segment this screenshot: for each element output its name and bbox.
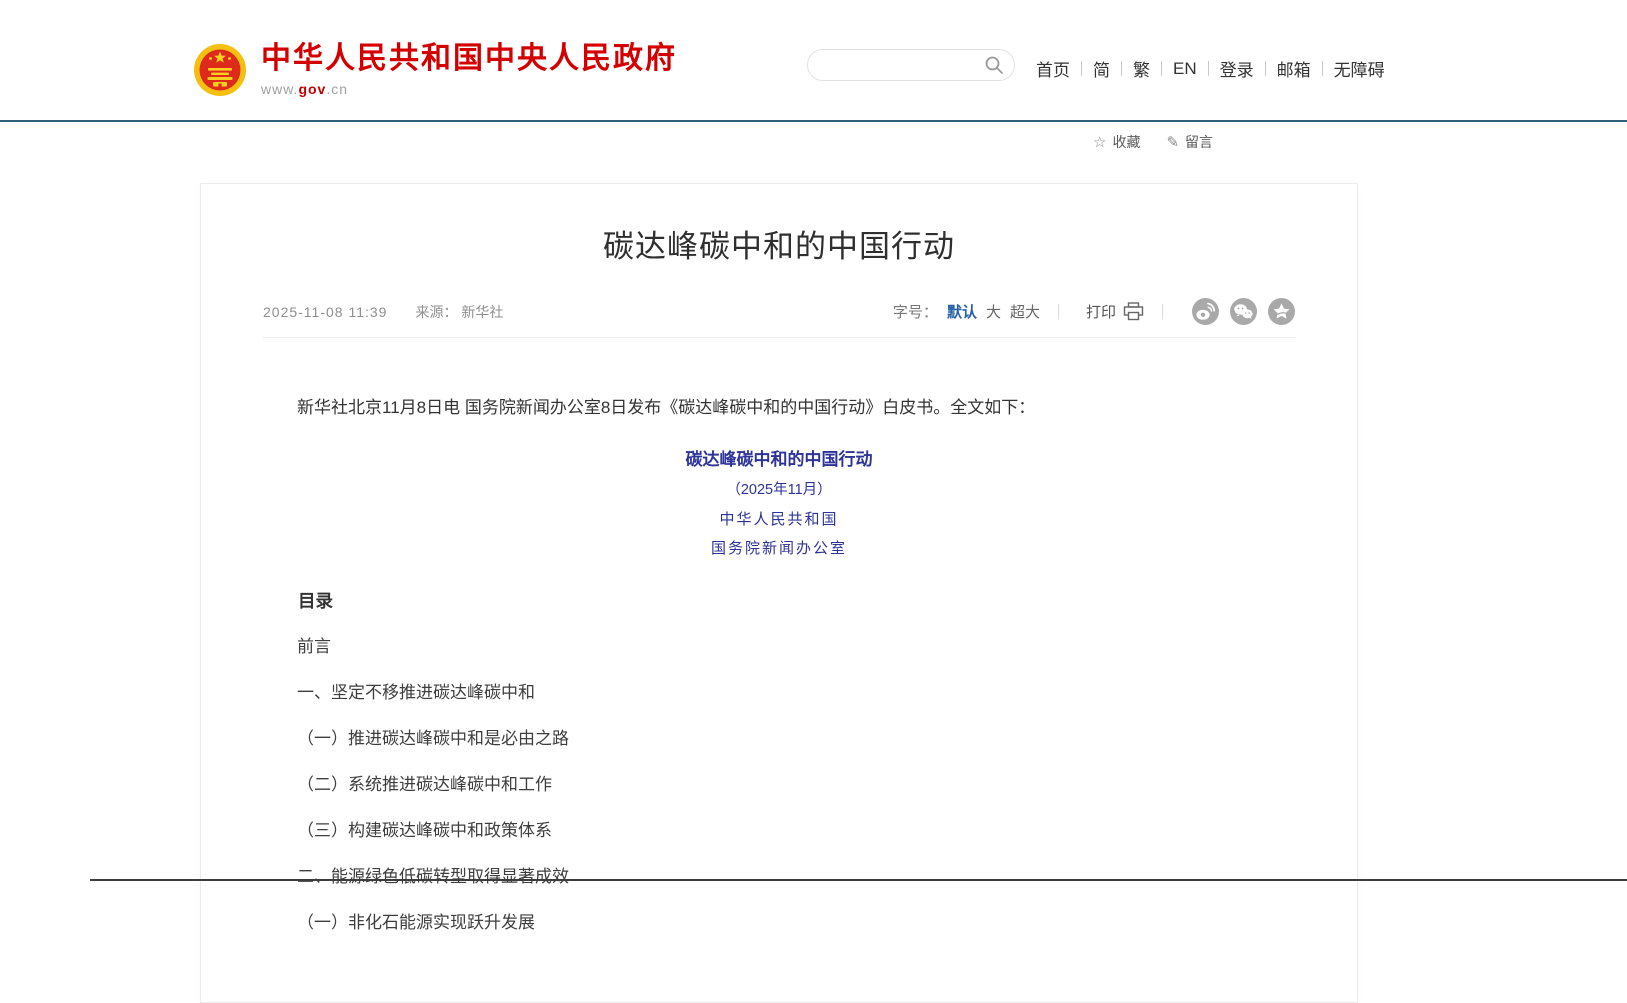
message-button[interactable]: ✎ 留言 xyxy=(1166,132,1213,152)
url-cn: .cn xyxy=(326,81,348,97)
toc-item: 一、坚定不移推进碳达峰碳中和 xyxy=(297,681,1295,705)
nav-mail[interactable]: 邮箱 xyxy=(1277,56,1311,81)
top-nav: 首页简繁 EN 登录邮箱无障碍 xyxy=(1036,56,1385,81)
font-size-default[interactable]: 默认 xyxy=(947,301,977,322)
star-outline-icon: ☆ xyxy=(1093,135,1106,150)
meta-left: 2025-11-08 11:39 来源： 新华社 xyxy=(263,302,503,322)
toc-item: （三）构建碳达峰碳中和政策体系 xyxy=(297,819,1295,843)
meta-right: 字号： 默认 大 超大 打印 xyxy=(893,298,1295,325)
nav-english[interactable]: EN xyxy=(1173,59,1197,79)
nav-traditional[interactable]: 繁 xyxy=(1133,56,1150,81)
toc-item: （二）系统推进碳达峰碳中和工作 xyxy=(297,773,1295,797)
document-date: （2025年11月） xyxy=(263,480,1295,501)
publish-date: 2025-11-08 11:39 xyxy=(263,304,387,320)
printer-icon xyxy=(1123,302,1144,321)
site-url: www.gov.cn xyxy=(261,81,677,97)
search-icon[interactable] xyxy=(984,55,1004,75)
toc-item: 二、能源绿色低碳转型取得显著成效 xyxy=(297,865,1295,889)
nav-separator xyxy=(1081,61,1082,76)
toc-item: （一）推进碳达峰碳中和是必由之路 xyxy=(297,727,1295,751)
toc-title: 目录 xyxy=(298,589,1295,613)
article-action-row: ☆ 收藏 ✎ 留言 xyxy=(1093,132,1239,152)
site-header: 中华人民共和国中央人民政府 www.gov.cn 首页简繁 EN 登录邮箱无障碍 xyxy=(0,0,1627,120)
share-wechat-icon[interactable] xyxy=(1230,298,1257,325)
search-box xyxy=(807,49,1015,81)
url-gov: gov xyxy=(298,81,326,97)
national-emblem-icon xyxy=(193,43,247,97)
document-title: 碳达峰碳中和的中国行动 xyxy=(263,448,1295,472)
font-size-large[interactable]: 大 xyxy=(986,301,1001,322)
site-title: 中华人民共和国中央人民政府 xyxy=(261,42,677,76)
nav-home[interactable]: 首页 xyxy=(1036,56,1070,81)
favorite-label: 收藏 xyxy=(1112,132,1140,152)
pencil-icon: ✎ xyxy=(1166,135,1179,150)
source: 来源： 新华社 xyxy=(415,302,503,322)
share-star-icon[interactable] xyxy=(1268,298,1295,325)
source-label: 来源： xyxy=(415,304,457,320)
site-logo[interactable]: 中华人民共和国中央人民政府 www.gov.cn xyxy=(193,42,677,97)
nav-separator xyxy=(1265,61,1266,76)
nav-separator xyxy=(1121,61,1122,76)
page: 中华人民共和国中央人民政府 www.gov.cn 首页简繁 EN 登录邮箱无障碍 ☆… xyxy=(0,0,1627,915)
document-org-line1: 中华人民共和国 xyxy=(263,509,1295,530)
nav-separator xyxy=(1208,61,1209,76)
header-divider xyxy=(0,120,1627,122)
search-input[interactable] xyxy=(824,56,978,74)
nav-login[interactable]: 登录 xyxy=(1220,56,1254,81)
document-org-line2: 国务院新闻办公室 xyxy=(263,538,1295,559)
article-title: 碳达峰碳中和的中国行动 xyxy=(263,224,1295,270)
lead-paragraph: 新华社北京11月8日电 国务院新闻办公室8日发布《碳达峰碳中和的中国行动》白皮书… xyxy=(263,394,1295,422)
message-label: 留言 xyxy=(1185,132,1213,152)
bottom-divider xyxy=(90,879,1627,881)
font-size-label: 字号： xyxy=(893,301,938,322)
source-value: 新华社 xyxy=(461,304,503,320)
article-meta: 2025-11-08 11:39 来源： 新华社 字号： 默认 大 超大 打印 xyxy=(263,298,1295,338)
font-size-xlarge[interactable]: 超大 xyxy=(1010,301,1040,322)
nav-accessibility[interactable]: 无障碍 xyxy=(1334,56,1385,81)
meta-separator xyxy=(1058,304,1059,319)
share-weibo-icon[interactable] xyxy=(1192,298,1219,325)
nav-simplified[interactable]: 简 xyxy=(1093,56,1110,81)
url-www: www. xyxy=(261,81,298,97)
logo-text: 中华人民共和国中央人民政府 www.gov.cn xyxy=(261,42,677,97)
nav-separator xyxy=(1161,61,1162,76)
meta-separator xyxy=(1162,304,1163,319)
print-button[interactable]: 打印 xyxy=(1086,301,1144,322)
favorite-button[interactable]: ☆ 收藏 xyxy=(1093,132,1140,152)
print-label: 打印 xyxy=(1086,301,1116,322)
toc-item: 前言 xyxy=(297,635,1295,659)
nav-separator xyxy=(1322,61,1323,76)
